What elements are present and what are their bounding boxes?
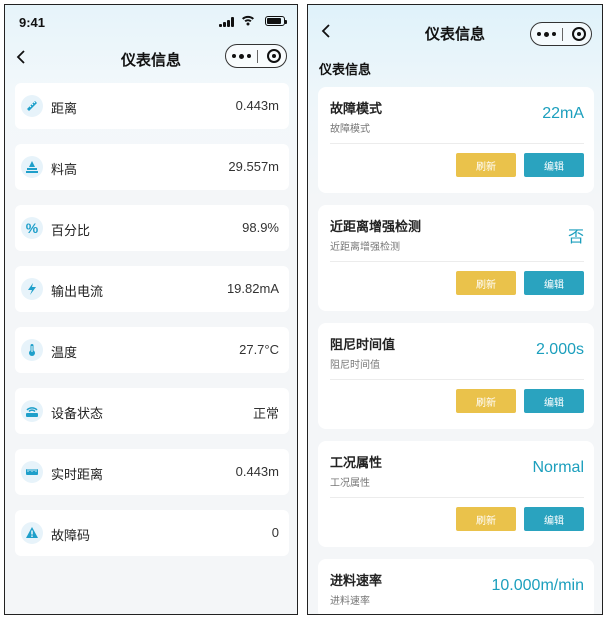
card-title: 进料速率 <box>330 573 383 588</box>
row-label: 百分比 <box>51 223 91 238</box>
close-button[interactable] <box>570 25 588 43</box>
more-button[interactable] <box>531 23 561 45</box>
divider <box>330 379 584 380</box>
wifi-icon <box>242 15 254 26</box>
battery-icon <box>265 16 287 26</box>
card-title: 工况属性 <box>330 455 383 470</box>
edit-button[interactable]: 编辑 <box>524 507 584 531</box>
mini-program-capsule <box>225 44 287 68</box>
edit-button[interactable]: 编辑 <box>524 271 584 295</box>
refresh-button[interactable]: 刷新 <box>456 389 516 413</box>
realtime-distance-icon <box>21 461 43 483</box>
capsule-divider <box>562 28 563 41</box>
refresh-button[interactable]: 刷新 <box>456 153 516 177</box>
info-row-temperature[interactable]: 温度 27.7°C <box>15 327 289 373</box>
left-screen: 9:41 仪表信息 距离 0.443m 料高 29.557m % 百分比 98.… <box>4 4 298 615</box>
info-row-fault-code[interactable]: 故障码 0 <box>15 510 289 556</box>
divider <box>330 497 584 498</box>
info-row-device-status[interactable]: 设备状态 正常 <box>15 388 289 434</box>
refresh-button[interactable]: 刷新 <box>456 271 516 295</box>
row-label: 输出电流 <box>51 284 104 299</box>
status-time: 9:41 <box>19 15 46 30</box>
row-value: 19.82mA <box>226 281 279 296</box>
info-row-material-height[interactable]: 料高 29.557m <box>15 144 289 190</box>
row-label: 料高 <box>51 162 78 177</box>
ruler-icon <box>21 95 43 117</box>
row-value: 98.9% <box>242 220 279 235</box>
card-value: 10.000m/min <box>491 577 585 594</box>
row-value: 0 <box>271 525 279 540</box>
row-label: 温度 <box>51 345 78 360</box>
mini-program-capsule <box>530 22 592 46</box>
card-subtitle: 阻尼时间值 <box>330 360 380 371</box>
target-circle-icon <box>572 27 586 41</box>
edit-button[interactable]: 编辑 <box>524 389 584 413</box>
more-button[interactable] <box>226 45 256 67</box>
param-card-damping-time: 阻尼时间值 阻尼时间值 2.000s 刷新 编辑 <box>318 323 594 429</box>
device-status-icon <box>21 400 43 422</box>
card-title: 近距离增强检测 <box>330 219 422 234</box>
param-card-operating-condition: 工况属性 工况属性 Normal 刷新 编辑 <box>318 441 594 547</box>
card-title: 故障模式 <box>330 101 383 116</box>
row-label: 设备状态 <box>51 406 104 421</box>
section-title: 仪表信息 <box>319 62 372 77</box>
nav-bar: 仪表信息 <box>308 17 602 47</box>
nav-bar: 仪表信息 <box>5 43 297 73</box>
target-circle-icon <box>267 49 281 63</box>
level-icon <box>21 156 43 178</box>
card-value: 否 <box>567 229 584 246</box>
info-row-distance[interactable]: 距离 0.443m <box>15 83 289 129</box>
right-screen: 仪表信息 仪表信息 故障模式 故障模式 22mA 刷新 编辑 近距离增强检测 近… <box>307 4 603 615</box>
divider <box>330 261 584 262</box>
percent-icon: % <box>21 217 43 239</box>
card-value: Normal <box>532 459 584 476</box>
row-label: 距离 <box>51 101 78 116</box>
thermometer-icon <box>21 339 43 361</box>
status-bar: 9:41 <box>5 5 297 35</box>
row-value: 29.557m <box>228 159 279 174</box>
edit-button[interactable]: 编辑 <box>524 153 584 177</box>
capsule-divider <box>257 50 258 63</box>
card-value: 2.000s <box>535 341 584 358</box>
card-subtitle: 故障模式 <box>330 124 370 135</box>
info-row-output-current[interactable]: 输出电流 19.82mA <box>15 266 289 312</box>
row-value: 0.443m <box>235 98 279 113</box>
card-subtitle: 近距离增强检测 <box>330 242 400 253</box>
divider <box>330 143 584 144</box>
info-row-percent[interactable]: % 百分比 98.9% <box>15 205 289 251</box>
lightning-icon <box>21 278 43 300</box>
row-label: 故障码 <box>51 528 91 543</box>
warning-icon <box>21 522 43 544</box>
row-value: 27.7°C <box>239 342 279 357</box>
card-subtitle: 进料速率 <box>330 596 370 607</box>
row-value: 正常 <box>252 406 279 421</box>
card-value: 22mA <box>542 105 584 122</box>
signal-icon <box>219 17 235 27</box>
row-value: 0.443m <box>235 464 279 479</box>
row-label: 实时距离 <box>51 467 104 482</box>
param-card-near-range-enhance: 近距离增强检测 近距离增强检测 否 刷新 编辑 <box>318 205 594 311</box>
close-button[interactable] <box>265 47 283 65</box>
info-row-realtime-distance[interactable]: 实时距离 0.443m <box>15 449 289 495</box>
param-card-feed-rate: 进料速率 进料速率 10.000m/min <box>318 559 594 614</box>
param-card-fault-mode: 故障模式 故障模式 22mA 刷新 编辑 <box>318 87 594 193</box>
card-subtitle: 工况属性 <box>330 478 370 489</box>
card-title: 阻尼时间值 <box>330 337 396 352</box>
refresh-button[interactable]: 刷新 <box>456 507 516 531</box>
